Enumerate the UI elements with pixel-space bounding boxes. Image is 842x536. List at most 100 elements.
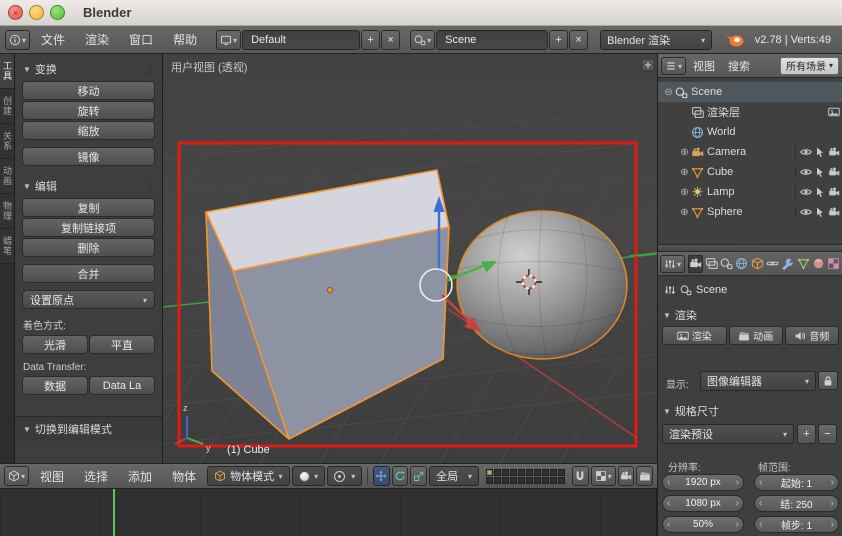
scale-button[interactable]: 缩放 xyxy=(22,121,155,140)
snap-toggle-button[interactable] xyxy=(572,466,589,486)
snap-element-dropdown[interactable] xyxy=(591,466,616,486)
visibility-eye-icon[interactable] xyxy=(800,146,812,158)
menu-render[interactable]: 渲染 xyxy=(76,31,118,48)
menu-view[interactable]: 视图 xyxy=(31,468,73,485)
tab-world[interactable] xyxy=(735,255,749,273)
render-engine-dropdown[interactable]: Blender 渲染 xyxy=(600,30,712,50)
outliner-row-lamp[interactable]: ⊕ Lamp xyxy=(658,182,842,202)
renderable-camera-icon[interactable] xyxy=(828,186,840,198)
scene-add-button[interactable]: + xyxy=(549,30,568,50)
menu-file[interactable]: 文件 xyxy=(32,31,74,48)
layer-cell[interactable] xyxy=(494,477,501,484)
tab-render[interactable] xyxy=(688,255,703,273)
layer-cell[interactable] xyxy=(550,469,557,476)
layer-cell[interactable] xyxy=(534,469,541,476)
selectable-cursor-icon[interactable] xyxy=(814,166,826,178)
3d-viewport[interactable]: z y 用户视图 (透视) (1) Cube xyxy=(163,54,657,463)
selectable-cursor-icon[interactable] xyxy=(814,206,826,218)
panel-header-transform[interactable]: 变换 ⣿ xyxy=(22,58,155,80)
selectable-cursor-icon[interactable] xyxy=(814,146,826,158)
menu-add[interactable]: 添加 xyxy=(119,468,161,485)
layer-cell[interactable] xyxy=(518,469,525,476)
sphere-object[interactable] xyxy=(457,211,627,359)
visibility-eye-icon[interactable] xyxy=(800,166,812,178)
duplicate-linked-button[interactable]: 复制链接项 xyxy=(22,218,155,237)
menu-help[interactable]: 帮助 xyxy=(164,31,206,48)
transform-orientation-dropdown[interactable]: 全局 xyxy=(429,466,479,486)
manipulator-translate-button[interactable] xyxy=(373,466,390,486)
mirror-button[interactable]: 镜像 xyxy=(22,147,155,166)
tool-tab-create[interactable]: 创建 xyxy=(0,89,14,124)
preset-add-button[interactable]: + xyxy=(797,424,816,444)
editor-type-menu-info[interactable] xyxy=(5,30,30,50)
tool-tab-relations[interactable]: 关系 xyxy=(0,124,14,159)
duplicate-button[interactable]: 复制 xyxy=(22,198,155,217)
manipulator-scale-button[interactable] xyxy=(410,466,427,486)
pivot-point-dropdown[interactable] xyxy=(327,466,362,486)
join-button[interactable]: 合并 xyxy=(22,264,155,283)
layer-cell[interactable] xyxy=(502,469,509,476)
expander-icon[interactable]: ⊕ xyxy=(678,187,691,198)
manipulator-rotate-button[interactable] xyxy=(392,466,409,486)
renderable-camera-icon[interactable] xyxy=(828,146,840,158)
outliner-row-camera[interactable]: ⊕ Camera xyxy=(658,142,842,162)
opengl-render-anim-button[interactable] xyxy=(636,466,653,486)
menu-object[interactable]: 物体 xyxy=(163,468,205,485)
tab-texture[interactable] xyxy=(827,255,841,273)
resolution-percentage-field[interactable]: 50% xyxy=(662,516,744,533)
layer-cell[interactable] xyxy=(558,477,565,484)
tab-object-data[interactable] xyxy=(796,255,810,273)
layer-cell[interactable] xyxy=(494,469,501,476)
panel-header-dimensions[interactable]: 规格尺寸 xyxy=(662,400,720,422)
outliner-row-renderlayers[interactable]: 渲染层 xyxy=(658,102,842,122)
tab-constraints[interactable] xyxy=(765,255,779,273)
layer-cell[interactable] xyxy=(510,469,517,476)
expander-icon[interactable]: ⊖ xyxy=(662,87,675,98)
data-transfer-layout-button[interactable]: Data La xyxy=(89,376,155,395)
editor-type-menu-3d-view[interactable] xyxy=(4,466,29,486)
layer-cell[interactable] xyxy=(486,469,493,476)
renderable-camera-icon[interactable] xyxy=(828,166,840,178)
panel-header-edit[interactable]: 编辑 ⣿ xyxy=(22,175,155,197)
tool-tab-physics[interactable]: 物理 xyxy=(0,194,14,229)
image-icon[interactable] xyxy=(828,106,840,118)
expander-icon[interactable]: ⊕ xyxy=(678,147,691,158)
layer-cell[interactable] xyxy=(518,477,525,484)
expander-icon[interactable]: ⊕ xyxy=(678,207,691,218)
area-splitter[interactable]: ···· xyxy=(657,244,842,252)
window-minimize-button[interactable] xyxy=(29,5,44,20)
layer-cell[interactable] xyxy=(510,477,517,484)
shade-smooth-button[interactable]: 光滑 xyxy=(22,335,88,354)
layer-cell[interactable] xyxy=(542,469,549,476)
opengl-render-button[interactable] xyxy=(618,466,635,486)
tool-tab-animation[interactable]: 动画 xyxy=(0,159,14,194)
mode-dropdown[interactable]: 物体模式 xyxy=(207,466,289,486)
layer-cell[interactable] xyxy=(550,477,557,484)
layout-name-field[interactable]: Default xyxy=(242,30,360,50)
scene-browse-button[interactable] xyxy=(410,30,435,50)
layer-cell[interactable] xyxy=(534,477,541,484)
layer-cell[interactable] xyxy=(526,477,533,484)
lock-interface-button[interactable] xyxy=(818,371,838,390)
panel-drag-dots-icon[interactable]: ⣿ xyxy=(146,64,154,75)
layer-cell[interactable] xyxy=(502,477,509,484)
frame-start-field[interactable]: 起始: 1 xyxy=(754,474,839,491)
outliner-row-cube[interactable]: ⊕ Cube xyxy=(658,162,842,182)
layers-widget[interactable] xyxy=(486,469,565,484)
layer-cell[interactable] xyxy=(526,469,533,476)
menu-select[interactable]: 选择 xyxy=(75,468,117,485)
tab-material[interactable] xyxy=(811,255,825,273)
window-maximize-button[interactable] xyxy=(50,5,65,20)
panel-header-render[interactable]: 渲染 xyxy=(662,304,698,326)
render-audio-button[interactable]: 音频 xyxy=(785,326,839,345)
render-display-dropdown[interactable]: 图像编辑器 xyxy=(700,371,816,391)
operator-redo-panel-header[interactable]: 切换到编辑模式 xyxy=(15,416,162,441)
outliner-row-scene[interactable]: ⊖ Scene xyxy=(658,82,842,102)
outliner-row-sphere[interactable]: ⊕ Sphere xyxy=(658,202,842,222)
frame-step-field[interactable]: 帧步: 1 xyxy=(754,516,839,533)
outliner-row-world[interactable]: World xyxy=(658,122,842,142)
timeline-playhead[interactable] xyxy=(113,489,115,536)
timeline-region[interactable] xyxy=(0,489,657,536)
delete-button[interactable]: 删除 xyxy=(22,238,155,257)
render-button[interactable]: 渲染 xyxy=(662,326,727,345)
